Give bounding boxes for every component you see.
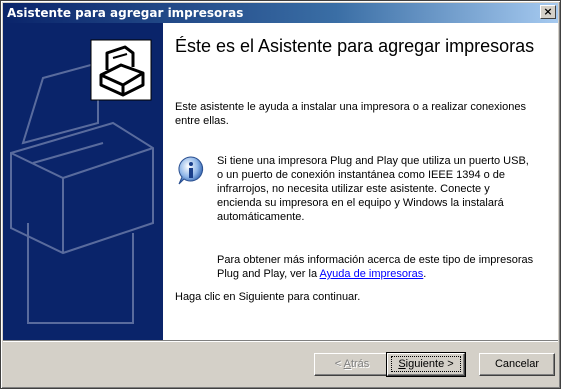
back-arrow: < [334,358,344,370]
title-bar[interactable]: Asistente para agregar impresoras × [3,3,558,23]
close-icon: × [543,5,553,18]
printer-help-link[interactable]: Ayuda de impresoras [320,268,424,280]
more-info-suffix: . [423,268,427,280]
window-title: Asistente para agregar impresoras [7,6,244,20]
next-hotkey: S [398,358,406,370]
page-title: Éste es el Asistente para agregar impres… [175,36,535,56]
wizard-content: Éste es el Asistente para agregar impres… [163,23,558,340]
add-printer-wizard-window: Asistente para agregar impresoras × Éste… [0,0,561,389]
cancel-button[interactable]: Cancelar [479,353,555,376]
back-label: trás [350,358,370,370]
next-label: iguiente > [405,358,454,370]
intro-text: Este asistente le ayuda a instalar una i… [175,101,526,127]
continue-instruction: Haga clic en Siguiente para continuar. [175,291,361,303]
back-button[interactable]: < Atrás [314,353,390,376]
button-separator [3,340,558,342]
sidebar-printer-art [10,39,154,324]
back-hotkey: A [343,358,351,370]
wizard-sidebar [3,23,163,340]
close-button[interactable]: × [540,5,556,19]
printer-icon [90,39,152,101]
next-button[interactable]: Siguiente > [386,352,466,377]
plug-and-play-info-text: Si tiene una impresora Plug and Play que… [217,155,529,223]
more-info-text: Para obtener más información acerca de e… [217,253,537,281]
next-focus-rect: Siguiente > [391,356,461,372]
info-icon [178,156,204,185]
